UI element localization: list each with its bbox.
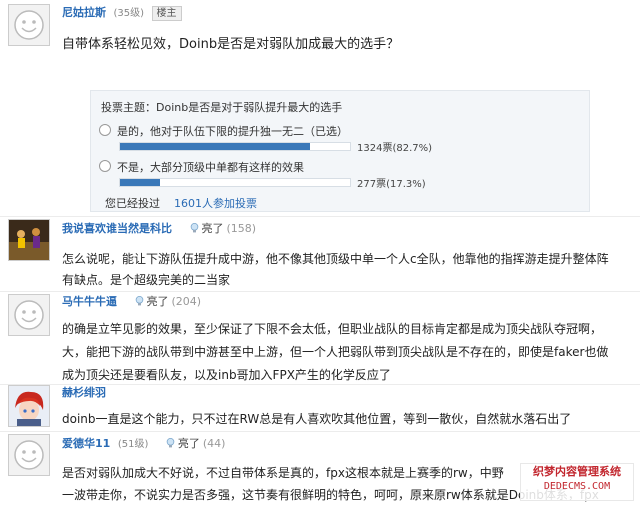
post-header: 赫杉绯羽: [62, 384, 106, 400]
poll-option-label: 不是，大部分顶级中单都有这样的效果: [117, 161, 304, 174]
post-line: 的确是立竿见影的效果，至少保证了下限不会太低，但职业战队的目标肯定都是成为顶尖战…: [62, 322, 603, 336]
post-line: 有缺点。是个超级完美的二当家: [62, 273, 231, 287]
post-question: 自带体系轻松见效，Doinb是否是对弱队加成最大的选手？: [62, 37, 400, 52]
lightbulb-icon: [135, 296, 143, 306]
user-level: (51级): [117, 439, 149, 450]
watermark-title: 织梦内容管理系统: [533, 465, 621, 478]
op-badge: 楼主: [151, 6, 182, 21]
like-button[interactable]: 亮了 (158): [190, 222, 257, 235]
like-button[interactable]: 亮了 (44): [166, 437, 226, 450]
like-count: (158): [226, 222, 257, 235]
like-count: (44): [202, 437, 226, 450]
poll-option[interactable]: 不是，大部分顶级中单都有这样的效果: [99, 159, 304, 175]
username-link[interactable]: 赫杉绯羽: [62, 386, 106, 399]
post-line: doinb一直是这个能力，只不过在RW总是有人喜欢吹其他位置，等到一散伙，自然就…: [62, 412, 572, 426]
like-button[interactable]: 亮了 (204): [135, 295, 202, 308]
divider: [0, 216, 640, 217]
avatar[interactable]: [8, 385, 50, 427]
poll-result: 277票(17.3%): [357, 179, 426, 190]
avatar[interactable]: [8, 434, 50, 476]
poll-option-label: 是的，他对于队伍下限的提升独一无二（已选）: [117, 125, 348, 138]
poll-bar-fill: [120, 179, 160, 186]
poll-title: 投票主题：Doinb是否是对于弱队提升最大的选手: [101, 101, 343, 114]
poll-bar-fill: [120, 143, 311, 150]
lightbulb-icon: [190, 223, 198, 233]
radio-button[interactable]: [99, 124, 111, 136]
poll-bar: [119, 142, 351, 151]
lightbulb-icon: [166, 438, 175, 448]
poll-box: 投票主题：Doinb是否是对于弱队提升最大的选手 是的，他对于队伍下限的提升独一…: [90, 90, 590, 212]
divider: [0, 431, 640, 432]
smiley-avatar-icon: [9, 5, 49, 45]
post-line: 成为顶尖还是要看队友，以及inb哥加入FPX产生的化学反应了: [62, 368, 391, 382]
poll-option[interactable]: 是的，他对于队伍下限的提升独一无二（已选）: [99, 123, 348, 139]
avatar[interactable]: [8, 219, 50, 261]
post-line: 怎么说呢，能让下游队伍提升成中游，他不像其他顶级中单一个人c全队，他靠他的指挥游…: [62, 252, 609, 266]
username-link[interactable]: 马牛牛牛逼: [62, 295, 117, 308]
poll-bar: [119, 178, 351, 187]
post-header: 尼姑拉斯 (35级) 楼主: [62, 4, 182, 21]
divider: [0, 291, 640, 292]
poll-result: 1324票(82.7%): [357, 143, 433, 154]
like-label: 亮了: [146, 295, 169, 308]
like-label: 亮了: [201, 222, 224, 235]
avatar[interactable]: [8, 294, 50, 336]
post-line: 是否对弱队加成大不好说，不过自带体系是真的，fpx这根本就是上赛季的rw，中野: [62, 466, 504, 480]
like-count: (204): [171, 295, 202, 308]
username-link[interactable]: 我说喜欢谁当然是科比: [62, 222, 172, 235]
anime-avatar-icon: [9, 386, 49, 426]
username-link[interactable]: 尼姑拉斯: [62, 6, 106, 19]
post-header: 马牛牛牛逼 亮了 (204): [62, 293, 201, 309]
radio-button[interactable]: [99, 160, 111, 172]
post-line: 大，能把下游的战队带到中游甚至中上游，但一个人把弱队带到顶尖战队是不存在的，即使…: [62, 345, 609, 359]
watermark: 织梦内容管理系统 DEDECMS.COM: [520, 463, 634, 501]
like-label: 亮了: [177, 437, 200, 450]
post-line: 一波带走你，不说实力是否多强，这节奏有很鲜明的特色，呵呵，原来原rw体系就是Do…: [62, 488, 599, 502]
smiley-avatar-icon: [9, 295, 49, 335]
smiley-avatar-icon: [9, 435, 49, 475]
poll-status: 您已经投过 1601人参加投票: [105, 195, 257, 211]
voted-label: 您已经投过: [105, 197, 160, 210]
participants-link[interactable]: 1601人参加投票: [174, 197, 257, 210]
user-level: (35级): [113, 8, 145, 19]
watermark-domain: DEDECMS.COM: [543, 481, 611, 492]
avatar[interactable]: [8, 4, 50, 46]
post-header: 我说喜欢谁当然是科比 亮了 (158): [62, 220, 256, 236]
photo-avatar-icon: [9, 220, 49, 260]
post-header: 爱德华11 (51级) 亮了 (44): [62, 435, 225, 451]
username-link[interactable]: 爱德华11: [62, 437, 110, 450]
